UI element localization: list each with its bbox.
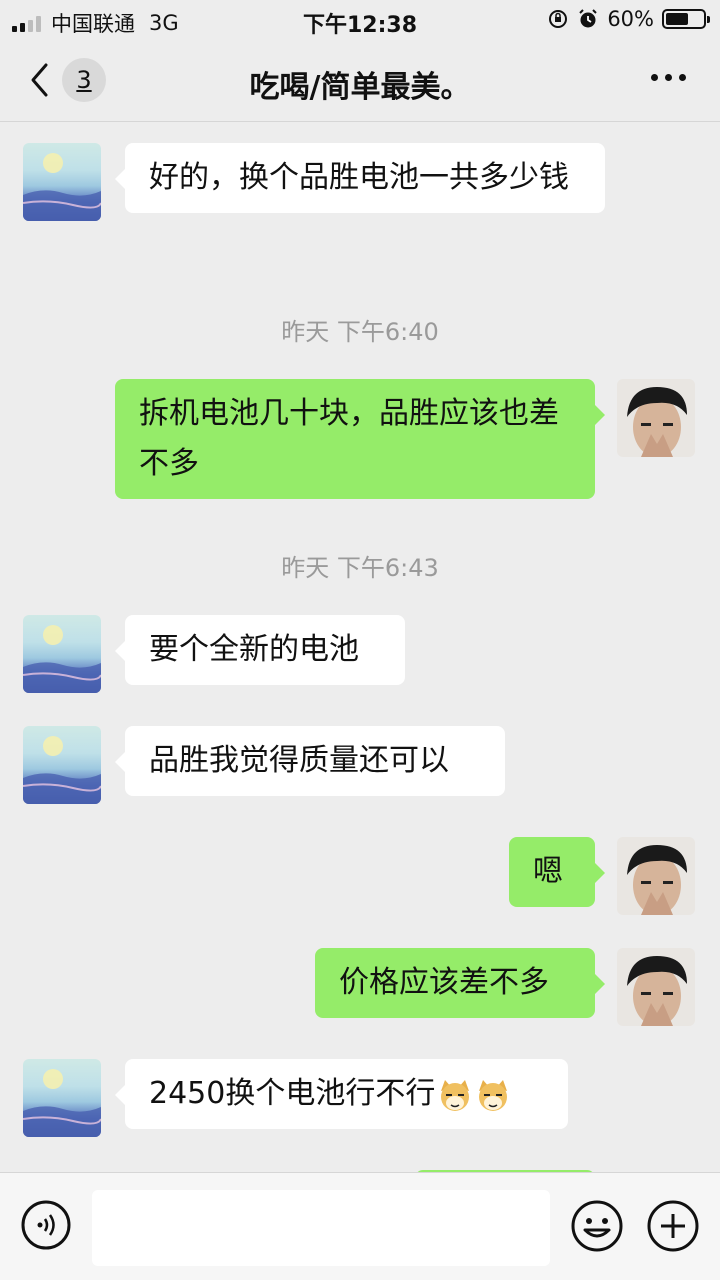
message-list[interactable]: 好的，换个品胜电池一共多少钱 昨天 下午6:40 拆机电池几十块，品胜应该也差不… <box>0 122 720 1172</box>
message-input[interactable] <box>92 1190 550 1266</box>
input-bar <box>0 1172 720 1280</box>
message-bubble-received[interactable]: 好的，换个品胜电池一共多少钱 <box>115 143 605 213</box>
message-timestamp: 昨天 下午6:43 <box>281 554 439 582</box>
emoji-icon[interactable] <box>570 1199 624 1253</box>
message-bubble-sent[interactable]: 拆机电池几十块，品胜应该也差不多 <box>115 379 605 499</box>
contact-avatar[interactable] <box>23 615 101 693</box>
message-text: 2450换个电池行不行 <box>149 1076 436 1111</box>
plus-icon[interactable] <box>646 1199 700 1253</box>
message-text: 要个全新的电池 <box>149 632 359 667</box>
message-bubble-received[interactable]: 品胜我觉得质量还可以 <box>115 726 505 796</box>
message-text: 拆机电池几十块，品胜应该也差不多 <box>139 396 559 481</box>
my-avatar[interactable] <box>617 948 695 1026</box>
chat-title: 吃喝/简单最美。 <box>249 70 471 105</box>
alarm-icon <box>579 9 598 28</box>
contact-avatar[interactable] <box>23 1059 101 1137</box>
message-timestamp: 昨天 下午6:40 <box>281 318 439 346</box>
message-bubble-received[interactable]: 要个全新的电池 <box>115 615 405 685</box>
message-text: 价格应该差不多 <box>339 965 549 1000</box>
message-text: 好的，换个品胜电池一共多少钱 <box>149 160 569 195</box>
more-dots-icon[interactable] <box>651 74 686 81</box>
status-bar: 中国联通 3G 下午12:38 60% <box>0 0 720 40</box>
voice-icon[interactable] <box>20 1199 72 1251</box>
contact-avatar[interactable] <box>23 143 101 221</box>
chat-nav-bar: 3 吃喝/简单最美。 <box>0 40 720 122</box>
status-right: 60% <box>547 7 710 31</box>
orientation-lock-icon <box>549 10 568 28</box>
battery-percent: 60% <box>607 7 654 31</box>
my-avatar[interactable] <box>617 837 695 915</box>
message-text: 嗯 <box>533 854 563 889</box>
message-bubble-received[interactable]: 2450换个电池行不行 <box>115 1059 568 1129</box>
doge-emoji-icon <box>441 1079 470 1111</box>
message-bubble-sent[interactable]: 嗯 <box>509 837 605 907</box>
battery-icon <box>662 9 710 29</box>
message-bubble-sent[interactable]: 价格应该差不多 <box>315 948 605 1018</box>
my-avatar[interactable] <box>617 379 695 457</box>
doge-emoji-icon <box>479 1079 508 1111</box>
contact-avatar[interactable] <box>23 726 101 804</box>
message-text: 品胜我觉得质量还可以 <box>149 743 449 778</box>
